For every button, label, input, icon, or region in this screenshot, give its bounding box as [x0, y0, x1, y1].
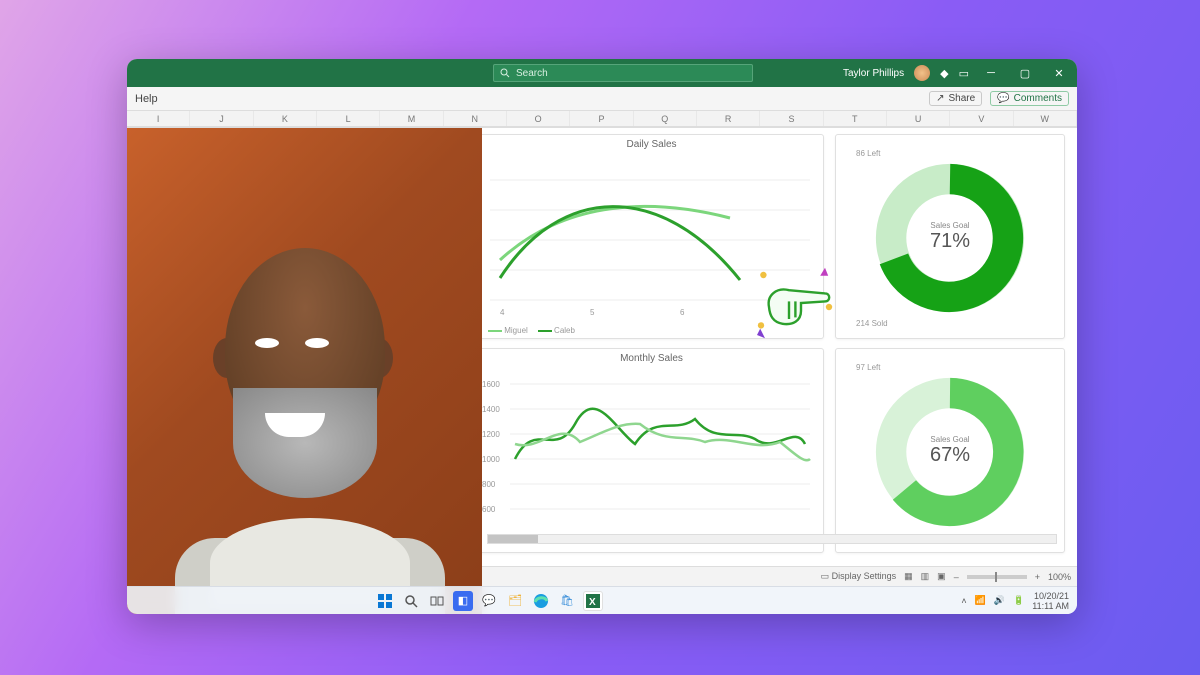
maximize-button[interactable]: ▢: [1013, 63, 1037, 83]
comments-button[interactable]: 💬 Comments: [990, 91, 1069, 106]
video-participant-photo: [127, 128, 482, 614]
column-header-N[interactable]: N: [444, 111, 507, 126]
search-input[interactable]: Search: [493, 64, 753, 82]
donut2-left-label: 97 Left: [856, 363, 880, 372]
daily-chart-title: Daily Sales: [480, 139, 823, 150]
svg-text:1000: 1000: [482, 455, 500, 464]
tab-help[interactable]: Help: [135, 93, 158, 105]
minimize-button[interactable]: ─: [979, 63, 1003, 83]
horizontal-scrollbar[interactable]: [487, 534, 1057, 544]
column-header-T[interactable]: T: [824, 111, 887, 126]
daily-legend: Miguel Caleb: [488, 326, 575, 335]
donut1-left-label: 86 Left: [856, 149, 880, 158]
comments-label: Comments: [1014, 93, 1062, 104]
svg-text:1600: 1600: [482, 380, 500, 389]
ribbon-display-icon[interactable]: ▭: [959, 67, 969, 80]
column-header-W[interactable]: W: [1014, 111, 1077, 126]
view-normal-icon[interactable]: ▦: [904, 571, 913, 582]
column-header-I[interactable]: I: [127, 111, 190, 126]
column-header-R[interactable]: R: [697, 111, 760, 126]
pointing-hand-sticker: [747, 263, 847, 343]
column-header-U[interactable]: U: [887, 111, 950, 126]
share-label: Share: [949, 93, 976, 104]
ribbon-tabs: Help ↗ Share 💬 Comments: [127, 87, 1077, 111]
view-page-break-icon[interactable]: ▣: [937, 571, 946, 582]
diamond-icon[interactable]: ◆: [940, 67, 948, 80]
comment-icon: 💬: [997, 93, 1009, 104]
column-header-M[interactable]: M: [380, 111, 443, 126]
tray-chevron-icon[interactable]: ˄: [961, 596, 966, 606]
windows-taskbar: ◧ 💬 🗂 🛍 X ˄ 📶 🔊 🔋 10/20/21 11:11 AM: [127, 586, 1077, 614]
column-header-K[interactable]: K: [254, 111, 317, 126]
zoom-in-button[interactable]: +: [1035, 572, 1040, 582]
view-page-layout-icon[interactable]: ▥: [921, 571, 930, 582]
column-header-P[interactable]: P: [570, 111, 633, 126]
taskbar-search-icon[interactable]: [401, 591, 421, 611]
widgets-icon[interactable]: ◧: [453, 591, 473, 611]
svg-text:1200: 1200: [482, 430, 500, 439]
donut1-center: Sales Goal 71%: [930, 221, 970, 253]
monthly-sales-chart[interactable]: Monthly Sales 1600 1400 1200 1000 800 60…: [479, 348, 824, 553]
column-header-V[interactable]: V: [950, 111, 1013, 126]
close-button[interactable]: ✕: [1047, 63, 1071, 83]
sales-goal-donut-1[interactable]: 86 Left Sales Goal 71% 214 Sold: [835, 134, 1065, 339]
svg-text:1400: 1400: [482, 405, 500, 414]
store-icon[interactable]: 🛍: [557, 591, 577, 611]
svg-text:X: X: [589, 597, 596, 608]
svg-text:600: 600: [482, 505, 496, 514]
svg-text:5: 5: [590, 308, 595, 317]
chat-icon[interactable]: 💬: [479, 591, 499, 611]
worksheet-area[interactable]: Daily Sales 4 5 6 7 Miguel Caleb: [127, 127, 1077, 566]
svg-text:6: 6: [680, 308, 685, 317]
taskbar-date[interactable]: 10/20/21: [1032, 591, 1069, 601]
zoom-level[interactable]: 100%: [1048, 572, 1071, 582]
svg-text:4: 4: [500, 308, 505, 317]
taskbar-time[interactable]: 11:11 AM: [1032, 601, 1069, 611]
sales-goal-donut-2[interactable]: 97 Left Sales Goal 67%: [835, 348, 1065, 553]
start-button[interactable]: [375, 591, 395, 611]
column-header-Q[interactable]: Q: [634, 111, 697, 126]
title-bar: Search Taylor Phillips ◆ ▭ ─ ▢ ✕: [127, 59, 1077, 87]
avatar[interactable]: [914, 65, 930, 81]
donut1-sold-label: 214 Sold: [856, 319, 888, 328]
task-view-icon[interactable]: [427, 591, 447, 611]
monthly-chart-title: Monthly Sales: [480, 353, 823, 364]
file-explorer-icon[interactable]: 🗂: [505, 591, 525, 611]
volume-icon[interactable]: 🔊: [994, 595, 1005, 606]
column-header-J[interactable]: J: [190, 111, 253, 126]
column-headers[interactable]: IJKLMNOPQRSTUVW: [127, 111, 1077, 127]
zoom-slider[interactable]: [967, 575, 1027, 579]
battery-icon[interactable]: 🔋: [1013, 595, 1024, 606]
column-header-S[interactable]: S: [760, 111, 823, 126]
share-icon: ↗: [936, 93, 944, 104]
donut2-center: Sales Goal 67%: [930, 435, 970, 467]
user-name[interactable]: Taylor Phillips: [843, 68, 904, 79]
wifi-icon[interactable]: 📶: [975, 595, 986, 606]
scrollbar-thumb[interactable]: [488, 535, 538, 543]
column-header-O[interactable]: O: [507, 111, 570, 126]
svg-text:800: 800: [482, 480, 496, 489]
monthly-chart-svg: 1600 1400 1200 1000 800 600: [480, 364, 820, 534]
display-settings-button[interactable]: ▭ Display Settings: [821, 571, 897, 582]
zoom-out-button[interactable]: –: [954, 572, 959, 582]
excel-icon[interactable]: X: [583, 591, 603, 611]
share-button[interactable]: ↗ Share: [929, 91, 982, 106]
edge-icon[interactable]: [531, 591, 551, 611]
column-header-L[interactable]: L: [317, 111, 380, 126]
search-icon: [500, 68, 510, 78]
search-placeholder: Search: [516, 68, 548, 79]
app-window: Search Taylor Phillips ◆ ▭ ─ ▢ ✕ Help ↗ …: [127, 59, 1077, 614]
